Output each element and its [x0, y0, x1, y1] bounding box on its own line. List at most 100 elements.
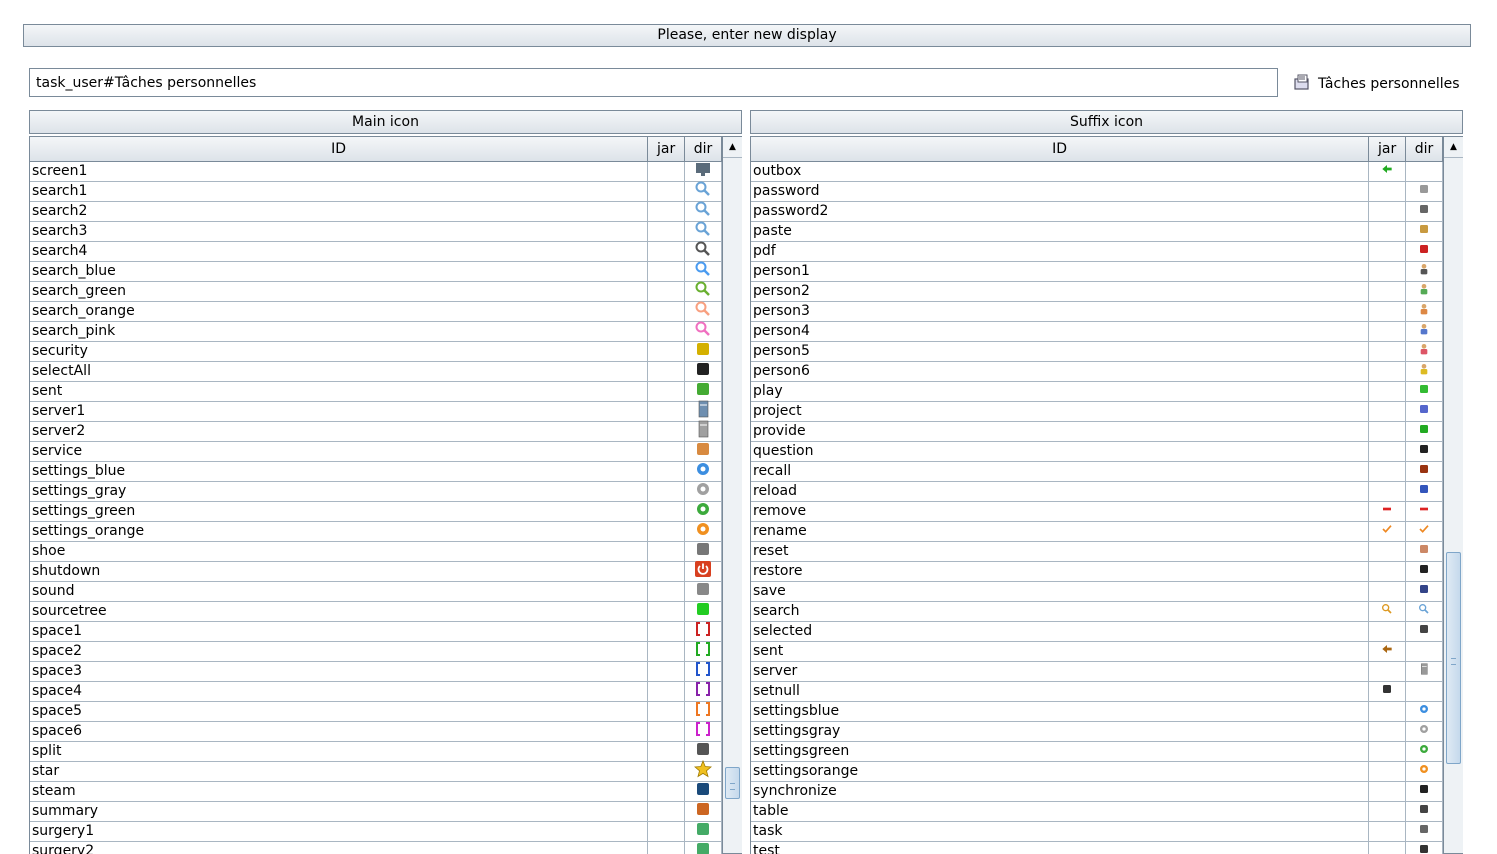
- row-id-cell[interactable]: person4: [751, 322, 1370, 341]
- row-jar-cell[interactable]: [648, 742, 686, 761]
- col-header-dir[interactable]: dir: [685, 137, 722, 161]
- table-row[interactable]: settings_orange: [30, 522, 722, 542]
- row-dir-cell[interactable]: [685, 462, 722, 481]
- row-id-cell[interactable]: selectAll: [30, 362, 649, 381]
- table-row[interactable]: settings_blue: [30, 462, 722, 482]
- row-dir-cell[interactable]: [685, 382, 722, 401]
- row-dir-cell[interactable]: [685, 721, 722, 741]
- table-row[interactable]: settings_green: [30, 502, 722, 522]
- row-id-cell[interactable]: server1: [30, 402, 649, 421]
- row-jar-cell[interactable]: [1369, 422, 1407, 441]
- row-jar-cell[interactable]: [1369, 682, 1407, 701]
- table-row[interactable]: split: [30, 742, 722, 762]
- row-jar-cell[interactable]: [1369, 362, 1407, 381]
- row-jar-cell[interactable]: [1369, 602, 1407, 621]
- table-row[interactable]: person4: [751, 322, 1443, 342]
- row-jar-cell[interactable]: [648, 682, 686, 701]
- row-jar-cell[interactable]: [1369, 162, 1407, 181]
- row-jar-cell[interactable]: [1369, 782, 1407, 801]
- row-id-cell[interactable]: shoe: [30, 542, 649, 561]
- row-dir-cell[interactable]: [1406, 342, 1443, 361]
- row-jar-cell[interactable]: [1369, 562, 1407, 581]
- row-id-cell[interactable]: settingsblue: [751, 702, 1370, 721]
- row-id-cell[interactable]: sourcetree: [30, 602, 649, 621]
- table-row[interactable]: search_orange: [30, 301, 722, 322]
- table-row[interactable]: sourcetree: [30, 602, 722, 622]
- row-dir-cell[interactable]: [685, 221, 722, 241]
- table-row[interactable]: paste: [751, 222, 1443, 242]
- row-dir-cell[interactable]: [1406, 182, 1443, 201]
- row-jar-cell[interactable]: [648, 802, 686, 821]
- row-dir-cell[interactable]: [1406, 502, 1443, 521]
- row-jar-cell[interactable]: [1369, 642, 1407, 661]
- table-row[interactable]: restore: [751, 562, 1443, 582]
- row-dir-cell[interactable]: [685, 641, 722, 661]
- row-dir-cell[interactable]: [1406, 682, 1443, 701]
- row-jar-cell[interactable]: [1369, 342, 1407, 361]
- row-jar-cell[interactable]: [648, 302, 686, 321]
- row-id-cell[interactable]: search_orange: [30, 302, 649, 321]
- row-dir-cell[interactable]: [1406, 662, 1443, 681]
- row-jar-cell[interactable]: [648, 582, 686, 601]
- row-jar-cell[interactable]: [648, 822, 686, 841]
- row-id-cell[interactable]: restore: [751, 562, 1370, 581]
- row-dir-cell[interactable]: [685, 400, 722, 421]
- row-dir-cell[interactable]: [685, 842, 722, 854]
- row-jar-cell[interactable]: [1369, 202, 1407, 221]
- row-jar-cell[interactable]: [1369, 182, 1407, 201]
- row-dir-cell[interactable]: [1406, 702, 1443, 721]
- row-id-cell[interactable]: security: [30, 342, 649, 361]
- row-id-cell[interactable]: sound: [30, 582, 649, 601]
- row-id-cell[interactable]: settings_orange: [30, 522, 649, 541]
- table-row[interactable]: rename: [751, 522, 1443, 542]
- row-id-cell[interactable]: recall: [751, 462, 1370, 481]
- table-row[interactable]: settings_gray: [30, 482, 722, 502]
- row-jar-cell[interactable]: [648, 842, 686, 854]
- row-id-cell[interactable]: space1: [30, 622, 649, 641]
- col-header-jar[interactable]: jar: [1369, 137, 1407, 161]
- row-id-cell[interactable]: test: [751, 842, 1370, 854]
- row-id-cell[interactable]: person5: [751, 342, 1370, 361]
- table-row[interactable]: outbox: [751, 162, 1443, 182]
- row-id-cell[interactable]: surgery1: [30, 822, 649, 841]
- row-id-cell[interactable]: reload: [751, 482, 1370, 501]
- row-id-cell[interactable]: steam: [30, 782, 649, 801]
- row-dir-cell[interactable]: [685, 602, 722, 621]
- row-id-cell[interactable]: settingsgreen: [751, 742, 1370, 761]
- suffix-icon-table[interactable]: ID jar dir outbox password password2 paste p…: [750, 136, 1443, 854]
- row-id-cell[interactable]: person1: [751, 262, 1370, 281]
- row-jar-cell[interactable]: [1369, 722, 1407, 741]
- table-row[interactable]: project: [751, 402, 1443, 422]
- row-dir-cell[interactable]: [1406, 302, 1443, 321]
- col-header-id[interactable]: ID: [30, 137, 649, 161]
- row-dir-cell[interactable]: [1406, 242, 1443, 261]
- table-row[interactable]: search_pink: [30, 321, 722, 342]
- table-row[interactable]: sent: [30, 382, 722, 402]
- table-row[interactable]: search1: [30, 181, 722, 202]
- row-id-cell[interactable]: rename: [751, 522, 1370, 541]
- row-jar-cell[interactable]: [648, 422, 686, 441]
- table-row[interactable]: synchronize: [751, 782, 1443, 802]
- row-dir-cell[interactable]: [1406, 822, 1443, 841]
- display-input[interactable]: [30, 69, 1277, 96]
- row-id-cell[interactable]: shutdown: [30, 562, 649, 581]
- table-row[interactable]: space1: [30, 621, 722, 642]
- row-dir-cell[interactable]: [685, 362, 722, 381]
- row-id-cell[interactable]: password2: [751, 202, 1370, 221]
- row-dir-cell[interactable]: [685, 782, 722, 801]
- row-jar-cell[interactable]: [648, 782, 686, 801]
- row-jar-cell[interactable]: [648, 702, 686, 721]
- row-id-cell[interactable]: service: [30, 442, 649, 461]
- table-row[interactable]: search2: [30, 201, 722, 222]
- row-jar-cell[interactable]: [1369, 302, 1407, 321]
- table-row[interactable]: selected: [751, 622, 1443, 642]
- table-row[interactable]: test: [751, 842, 1443, 854]
- row-id-cell[interactable]: settingsgray: [751, 722, 1370, 741]
- row-jar-cell[interactable]: [648, 762, 686, 781]
- table-row[interactable]: surgery1: [30, 822, 722, 842]
- row-id-cell[interactable]: space4: [30, 682, 649, 701]
- row-dir-cell[interactable]: [1406, 562, 1443, 581]
- row-id-cell[interactable]: remove: [751, 502, 1370, 521]
- row-dir-cell[interactable]: [685, 201, 722, 221]
- table-row[interactable]: shoe: [30, 542, 722, 562]
